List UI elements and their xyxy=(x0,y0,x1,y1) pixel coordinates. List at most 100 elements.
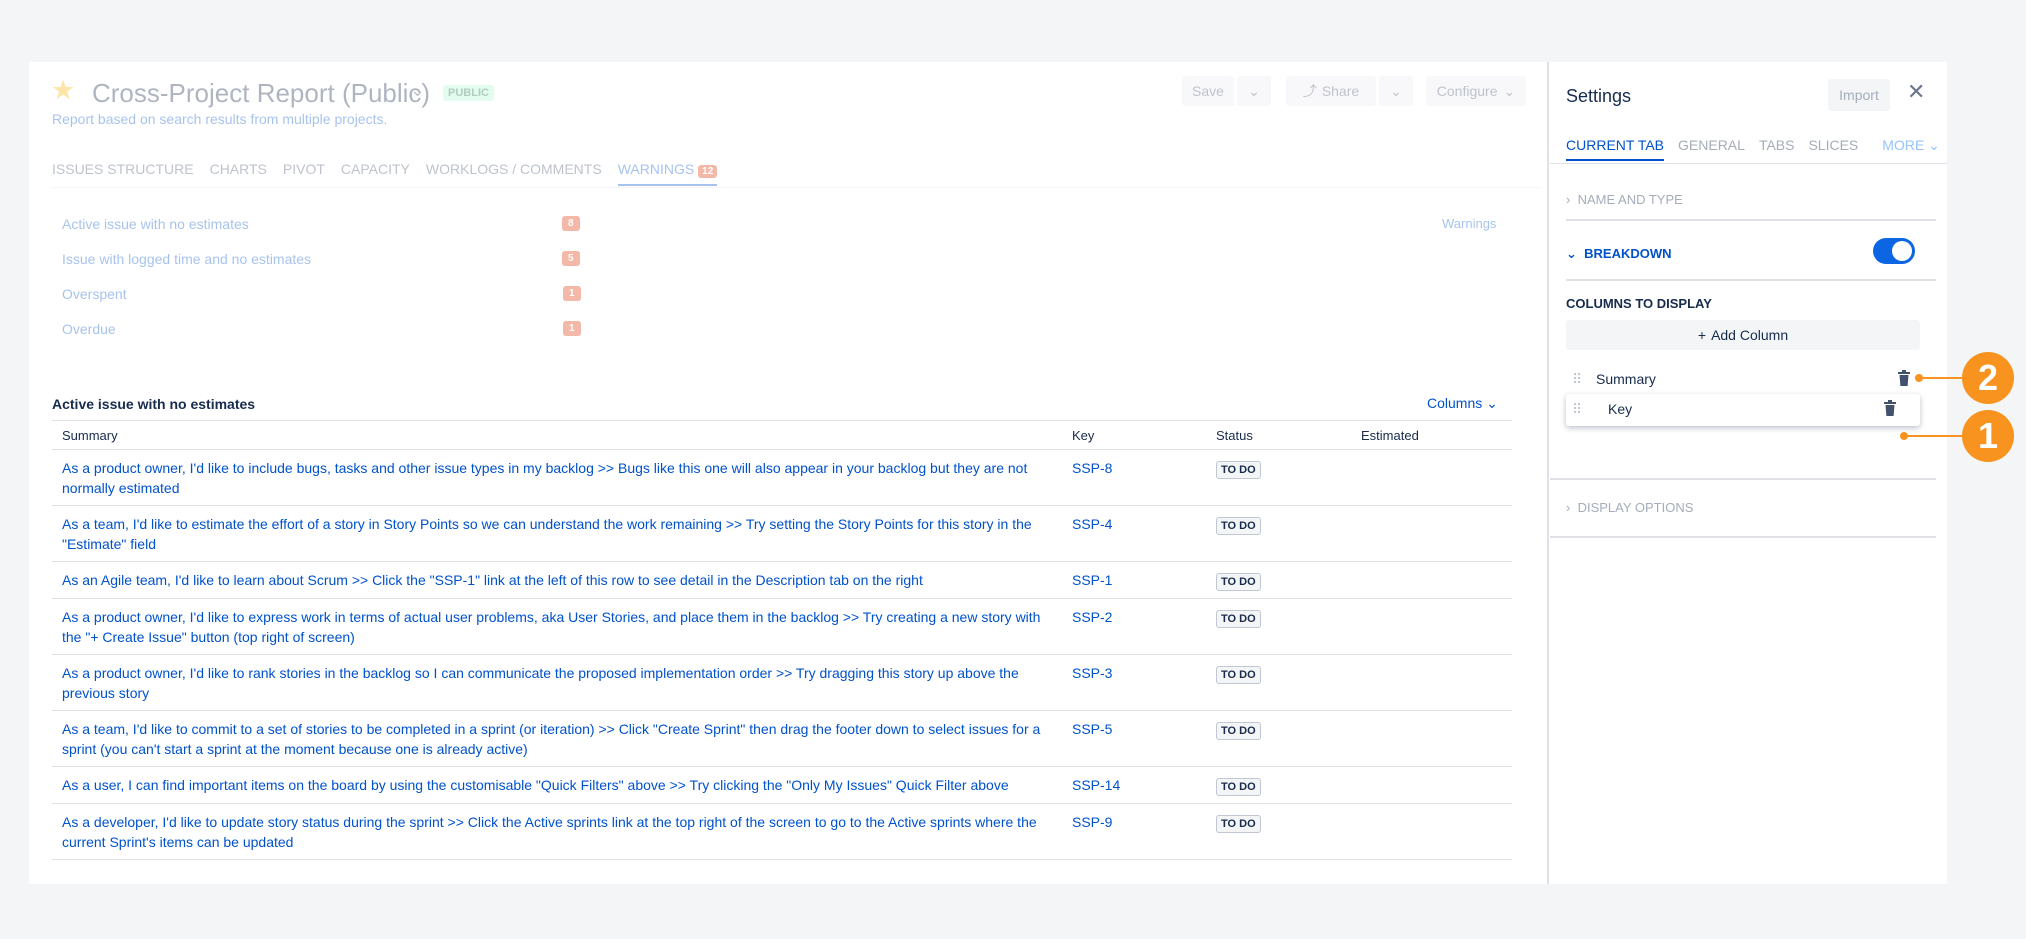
add-column-button[interactable]: + Add Column xyxy=(1566,320,1920,350)
header-key[interactable]: Key xyxy=(1062,420,1206,450)
table-row: As a product owner, I'd like to express … xyxy=(52,598,1512,655)
issue-key-link[interactable]: SSP-3 xyxy=(1072,665,1112,681)
settings-title: Settings xyxy=(1566,86,1632,106)
tab-warnings[interactable]: WARNINGS 12 xyxy=(617,161,718,186)
callout-2-line xyxy=(1919,377,1963,379)
status-badge: TO DO xyxy=(1216,778,1261,796)
tab-worklogs-comments[interactable]: WORKLOGS / COMMENTS xyxy=(426,161,602,186)
configure-button[interactable]: Configure ⌄ xyxy=(1426,76,1526,106)
warning-item[interactable]: Issue with logged time and no estimates xyxy=(62,251,311,267)
estimated-cell xyxy=(1351,598,1512,655)
tab-slices[interactable]: SLICES xyxy=(1808,137,1858,161)
tab-charts[interactable]: CHARTS xyxy=(210,161,267,186)
issue-key-link[interactable]: SSP-4 xyxy=(1072,516,1112,532)
table-row: As a team, I'd like to commit to a set o… xyxy=(52,710,1512,767)
tab-more[interactable]: MORE ⌄ xyxy=(1882,137,1940,161)
accordion-display-options[interactable]: › DISPLAY OPTIONS xyxy=(1566,500,1693,515)
share-button[interactable]: ⤴ Share xyxy=(1286,76,1376,106)
chevron-down-icon: ⌄ xyxy=(1390,82,1402,99)
header-status[interactable]: Status xyxy=(1206,420,1351,450)
issue-key-link[interactable]: SSP-5 xyxy=(1072,721,1112,737)
divider xyxy=(1566,279,1936,281)
star-icon[interactable]: ★ xyxy=(51,77,75,104)
save-dropdown-button[interactable]: ⌄ xyxy=(1237,76,1271,106)
estimated-cell xyxy=(1351,449,1512,506)
issue-summary-link[interactable]: As a product owner, I'd like to express … xyxy=(62,609,1040,645)
drag-handle-icon[interactable]: ⠿ xyxy=(1572,371,1582,388)
issue-summary-link[interactable]: As a developer, I'd like to update story… xyxy=(62,814,1037,850)
warning-item[interactable]: Overspent xyxy=(62,286,127,302)
status-badge: TO DO xyxy=(1216,666,1261,684)
chevron-right-icon: › xyxy=(1566,500,1571,515)
chevron-down-icon: ⌄ xyxy=(1503,82,1516,99)
share-dropdown-button[interactable]: ⌄ xyxy=(1379,76,1413,106)
status-badge: TO DO xyxy=(1216,573,1261,591)
tab-warnings-label: WARNINGS xyxy=(617,161,695,177)
close-icon[interactable]: ✕ xyxy=(1907,79,1925,105)
trash-icon[interactable] xyxy=(1898,370,1910,386)
import-button-label: Import xyxy=(1839,87,1879,103)
trash-icon[interactable] xyxy=(1884,400,1896,416)
issues-table: Summary Key Status Estimated As a produc… xyxy=(52,420,1512,860)
issue-summary-link[interactable]: As an Agile team, I'd like to learn abou… xyxy=(62,572,923,588)
callout-2: 2 xyxy=(1962,352,2014,404)
report-subtitle: Report based on search results from mult… xyxy=(52,111,388,127)
column-item-key[interactable]: ⠿ Key xyxy=(1566,394,1920,426)
issue-key-link[interactable]: SSP-1 xyxy=(1072,572,1112,588)
issue-key-link[interactable]: SSP-14 xyxy=(1072,777,1120,793)
issue-key-link[interactable]: SSP-2 xyxy=(1072,609,1112,625)
estimated-cell xyxy=(1351,766,1512,804)
tab-issues-structure[interactable]: ISSUES STRUCTURE xyxy=(52,161,194,186)
table-row: As an Agile team, I'd like to learn abou… xyxy=(52,561,1512,599)
warnings-count-badge: 12 xyxy=(698,165,718,178)
warning-item[interactable]: Active issue with no estimates xyxy=(62,216,249,232)
issue-summary-link[interactable]: As a product owner, I'd like to include … xyxy=(62,460,1027,496)
app-frame: ★ Cross-Project Report (Public) ⌄ PUBLIC… xyxy=(29,62,1947,884)
chevron-down-icon[interactable]: ⌄ xyxy=(410,80,425,101)
accordion-breakdown[interactable]: ⌄ BREAKDOWN xyxy=(1566,246,1672,262)
callout-1-line xyxy=(1904,435,1963,437)
column-item-summary[interactable]: ⠿ Summary xyxy=(1566,364,1920,396)
issue-summary-link[interactable]: As a user, I can find important items on… xyxy=(62,777,1009,793)
chevron-down-icon: ⌄ xyxy=(1486,395,1498,411)
issue-key-link[interactable]: SSP-9 xyxy=(1072,814,1112,830)
configure-button-label: Configure xyxy=(1436,83,1498,99)
panel-divider[interactable] xyxy=(1547,62,1549,884)
warning-count: 8 xyxy=(562,216,580,231)
warning-count: 1 xyxy=(563,286,581,301)
save-button[interactable]: Save xyxy=(1182,76,1234,106)
share-icon: ⤴ xyxy=(1302,83,1317,99)
warning-item[interactable]: Overdue xyxy=(62,321,116,337)
toggle-knob xyxy=(1892,241,1912,261)
settings-tabs-divider xyxy=(1550,163,1947,164)
drag-handle-icon[interactable]: ⠿ xyxy=(1572,401,1582,418)
tab-capacity[interactable]: CAPACITY xyxy=(341,161,410,186)
issue-key-link[interactable]: SSP-8 xyxy=(1072,460,1112,476)
breakdown-toggle[interactable] xyxy=(1873,238,1915,264)
header-summary[interactable]: Summary xyxy=(52,420,1062,450)
estimated-cell xyxy=(1351,561,1512,599)
save-button-label: Save xyxy=(1192,83,1224,99)
share-button-label: Share xyxy=(1321,83,1360,99)
issue-summary-link[interactable]: As a product owner, I'd like to rank sto… xyxy=(62,665,1019,701)
section-title: Active issue with no estimates xyxy=(52,396,256,412)
status-badge: TO DO xyxy=(1216,461,1261,479)
chevron-down-icon: ⌄ xyxy=(1566,246,1577,261)
table-row: As a user, I can find important items on… xyxy=(52,766,1512,804)
column-name: Summary xyxy=(1596,371,1656,387)
divider xyxy=(1566,219,1936,221)
issue-summary-link[interactable]: As a team, I'd like to estimate the effo… xyxy=(62,516,1032,552)
tab-pivot[interactable]: PIVOT xyxy=(283,161,325,186)
tab-tabs[interactable]: TABS xyxy=(1759,137,1795,161)
tab-general[interactable]: GENERAL xyxy=(1678,137,1745,161)
header-estimated[interactable]: Estimated xyxy=(1351,420,1512,450)
divider xyxy=(1550,536,1936,538)
import-button[interactable]: Import xyxy=(1828,79,1890,111)
status-badge: TO DO xyxy=(1216,815,1261,833)
issue-summary-link[interactable]: As a team, I'd like to commit to a set o… xyxy=(62,721,1040,757)
tab-current-tab[interactable]: CURRENT TAB xyxy=(1566,137,1665,161)
accordion-name-and-type[interactable]: › NAME AND TYPE xyxy=(1566,192,1683,207)
columns-button[interactable]: Columns ⌄ xyxy=(1427,395,1498,412)
table-row: As a product owner, I'd like to include … xyxy=(52,449,1512,506)
warnings-link[interactable]: Warnings xyxy=(1442,216,1496,231)
